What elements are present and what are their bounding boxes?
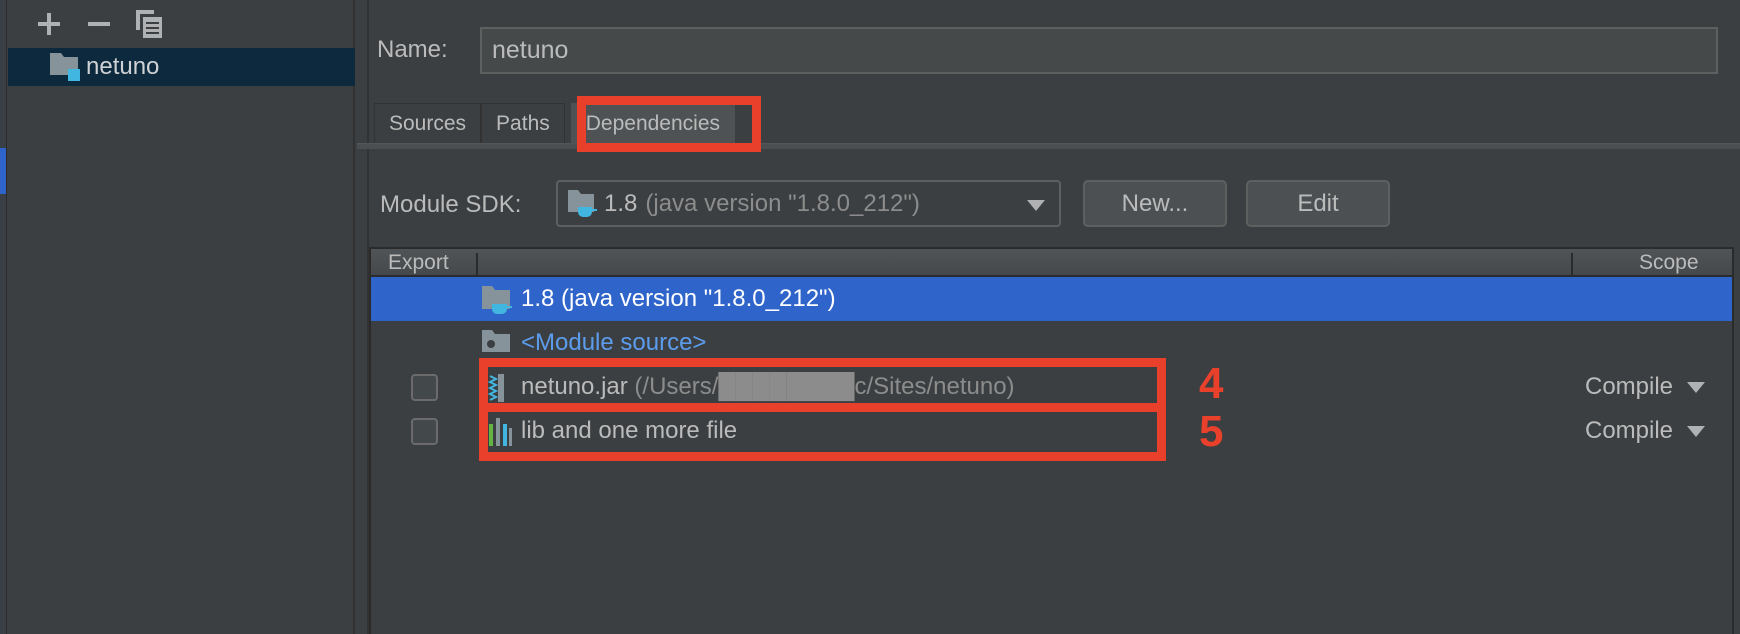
table-row-jar[interactable]: netuno.jar (/Users/████████c/Sites/netun… (371, 365, 1732, 409)
chevron-down-icon (1687, 425, 1706, 437)
dependency-name: lib and one more file (521, 417, 738, 444)
scope-dropdown[interactable]: Compile (1585, 417, 1706, 445)
module-settings-panel: Name: Sources Paths Dependencies Module … (357, 0, 1740, 634)
column-divider[interactable] (1571, 253, 1573, 275)
jar-file-name: netuno.jar (521, 373, 628, 400)
settings-tabs: Sources Paths Dependencies (374, 103, 736, 143)
dependency-name: <Module source> (521, 329, 707, 356)
sidebar-toolbar (24, 6, 174, 42)
jdk-folder-icon (482, 286, 512, 314)
column-header-export[interactable]: Export (388, 251, 449, 275)
chevron-down-icon (1687, 381, 1706, 393)
module-name-input[interactable] (480, 27, 1718, 74)
dependency-name: 1.8 (java version "1.8.0_212") (521, 285, 836, 312)
column-header-scope[interactable]: Scope (1639, 251, 1699, 275)
dependencies-table: Export Scope 1.8 (java version "1.8.0_21… (369, 247, 1734, 634)
left-edge-accent (0, 148, 6, 194)
library-icon (482, 418, 512, 446)
tab-sources[interactable]: Sources (374, 103, 482, 143)
sdk-version: 1.8 (604, 189, 638, 217)
remove-module-button[interactable] (74, 6, 124, 42)
dependency-name: netuno.jar (/Users/████████c/Sites/netun… (521, 373, 1015, 401)
name-label: Name: (377, 36, 448, 63)
jdk-folder-icon (568, 189, 597, 217)
module-name: netuno (86, 53, 160, 80)
left-edge-strip (0, 0, 7, 634)
sdk-version-detail: (java version "1.8.0_212") (645, 189, 920, 217)
module-sidebar: netuno (8, 0, 355, 634)
module-source-folder-icon (482, 330, 510, 352)
tab-dependencies[interactable]: Dependencies (570, 103, 736, 143)
copy-icon (136, 10, 162, 38)
table-row-library[interactable]: lib and one more file Compile (371, 409, 1732, 453)
scope-value: Compile (1585, 373, 1674, 400)
export-checkbox[interactable] (411, 374, 438, 401)
module-sdk-dropdown[interactable]: 1.8 (java version "1.8.0_212") (556, 180, 1061, 227)
plus-icon (38, 13, 60, 35)
tab-paths[interactable]: Paths (481, 103, 565, 143)
jar-archive-icon (482, 374, 504, 402)
scope-dropdown[interactable]: Compile (1585, 373, 1706, 401)
annotation-label-4: 4 (1199, 359, 1224, 408)
jar-file-path: (/Users/████████c/Sites/netuno) (634, 373, 1015, 400)
edit-sdk-button[interactable]: Edit (1246, 180, 1390, 227)
add-module-button[interactable] (24, 6, 74, 42)
export-checkbox[interactable] (411, 418, 438, 445)
table-row-module-source[interactable]: <Module source> (371, 321, 1732, 365)
chevron-down-icon (1027, 200, 1045, 211)
table-header: Export Scope (371, 249, 1732, 277)
annotation-label-5: 5 (1199, 407, 1224, 456)
module-tree-item[interactable]: netuno (8, 48, 355, 86)
tab-underline (357, 143, 1740, 149)
scope-value: Compile (1585, 417, 1674, 444)
copy-module-button[interactable] (124, 6, 174, 42)
new-sdk-button[interactable]: New... (1083, 180, 1227, 227)
column-divider[interactable] (476, 253, 478, 275)
minus-icon (88, 22, 110, 26)
module-sdk-label: Module SDK: (380, 191, 522, 218)
table-row-jdk[interactable]: 1.8 (java version "1.8.0_212") (371, 277, 1732, 321)
module-folder-icon (50, 53, 80, 81)
